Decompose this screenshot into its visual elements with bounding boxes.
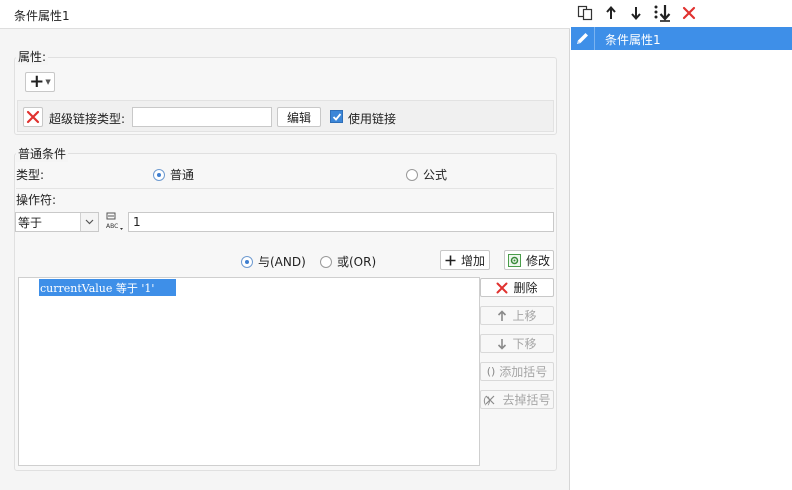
radio-dot (153, 168, 165, 181)
add-condition-label: 增加 (460, 253, 485, 268)
delete-condition-button[interactable]: 删除 (480, 278, 554, 297)
common-condition-section-label: 普通条件 (16, 145, 69, 162)
type-radio-normal-label: 普通 (170, 168, 195, 182)
radio-dot (320, 255, 332, 268)
remove-bracket-button[interactable]: () 去掉括号 (480, 390, 554, 409)
condition-value-input[interactable]: 1 (128, 212, 554, 232)
add-condition-button[interactable]: 增加 (440, 250, 490, 270)
chevron-down-icon: ▼ (45, 78, 51, 86)
divider (16, 188, 554, 189)
copy-icon (577, 5, 593, 21)
move-to-bottom-button[interactable] (653, 4, 673, 22)
chevron-down-icon (80, 213, 98, 231)
gear-edit-icon (507, 253, 521, 267)
arrow-down-icon (497, 338, 507, 350)
list-item[interactable]: 条件属性1 (571, 27, 792, 50)
condition-dialog: 条件属性1 属性: + ▼ 超级链接类型: 编辑 使用链接 普通条件 类型: 普… (0, 0, 570, 490)
operator-select[interactable]: 等于 (15, 212, 99, 232)
type-radio-formula[interactable]: 公式 (406, 166, 447, 183)
arrow-up-icon (606, 6, 616, 19)
hyperlink-type-label: 超级链接类型: (49, 112, 126, 126)
logic-radio-or-label: 或(OR) (337, 255, 377, 269)
arrow-down-icon (631, 7, 641, 20)
move-down-button[interactable]: 下移 (480, 334, 554, 353)
remove-bracket-icon: () (483, 394, 497, 406)
type-radio-normal[interactable]: 普通 (153, 166, 194, 183)
add-attribute-button[interactable]: + ▼ (25, 72, 55, 92)
type-label: 类型: (16, 168, 45, 182)
move-down-label: 下移 (512, 337, 537, 351)
title-bar: 条件属性1 (0, 0, 570, 29)
close-icon (682, 6, 696, 20)
move-up-button[interactable]: 上移 (480, 306, 554, 325)
close-icon (26, 110, 40, 124)
modify-condition-label: 修改 (525, 253, 550, 268)
radio-dot (406, 168, 418, 181)
type-radio-formula-label: 公式 (423, 168, 448, 182)
divider (594, 27, 595, 50)
close-icon (496, 282, 508, 294)
modify-condition-button[interactable]: 修改 (504, 250, 554, 270)
operator-label: 操作符: (16, 193, 57, 207)
delete-condition-label: 删除 (513, 281, 538, 295)
attributes-section-label: 属性: (16, 48, 49, 65)
delete-button[interactable] (680, 4, 698, 22)
logic-radio-or[interactable]: 或(OR) (320, 253, 376, 270)
condition-list[interactable]: currentValue 等于 '1' (18, 277, 480, 466)
logic-radio-and-label: 与(AND) (258, 255, 306, 269)
value-type-selector-icon[interactable]: ABC (104, 211, 126, 233)
plus-icon: + (29, 71, 45, 92)
page-title: 条件属性1 (14, 9, 70, 23)
add-bracket-label: 添加括号 (499, 365, 548, 379)
list-item-label: 条件属性1 (605, 33, 661, 47)
pencil-icon (574, 30, 591, 47)
hyperlink-type-input[interactable] (132, 107, 272, 127)
condition-list-panel: 条件属性1 (571, 0, 792, 490)
edit-button[interactable]: 编辑 (277, 107, 321, 127)
move-to-bottom-icon (654, 5, 671, 22)
bracket-icon: () (486, 365, 496, 378)
condition-list-item[interactable]: currentValue 等于 '1' (39, 279, 177, 296)
remove-attribute-button[interactable] (23, 107, 43, 127)
use-link-label: 使用链接 (348, 112, 397, 126)
arrow-up-icon (497, 309, 507, 322)
move-down-button[interactable] (627, 4, 645, 22)
copy-button[interactable] (576, 4, 594, 22)
condition-list-item-label: currentValue 等于 '1' (40, 281, 155, 295)
move-up-button[interactable] (602, 4, 620, 22)
svg-text:ABC: ABC (106, 223, 118, 230)
radio-dot (241, 255, 253, 268)
plus-icon (445, 255, 456, 266)
move-up-label: 上移 (512, 309, 537, 323)
use-link-checkbox[interactable] (330, 110, 343, 123)
logic-radio-and[interactable]: 与(AND) (241, 253, 306, 270)
check-icon (332, 112, 341, 121)
remove-bracket-label: 去掉括号 (502, 393, 551, 407)
operator-select-value: 等于 (18, 215, 43, 230)
add-bracket-button[interactable]: () 添加括号 (480, 362, 554, 381)
